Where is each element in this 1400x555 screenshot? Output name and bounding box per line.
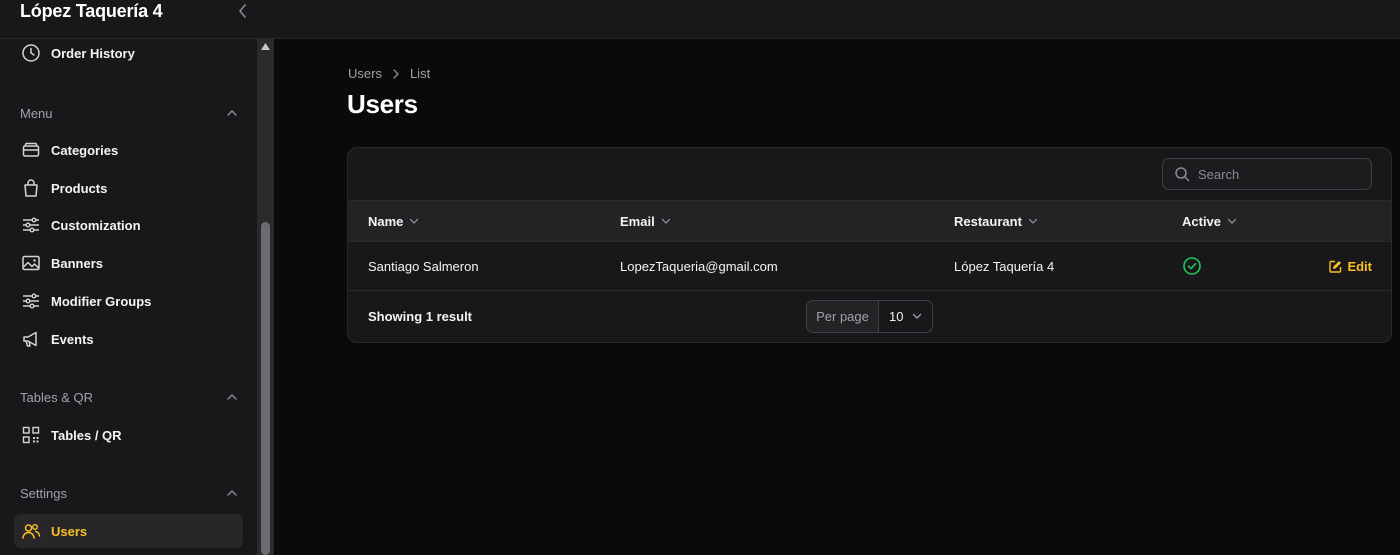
qr-code-icon (21, 425, 41, 445)
search-box[interactable] (1162, 158, 1372, 190)
sidebar-group-menu[interactable]: Menu (20, 103, 238, 123)
column-header-label: Restaurant (954, 213, 1022, 229)
brand-title: López Taquería 4 (20, 1, 163, 21)
cell-active (1182, 242, 1202, 290)
sidebar-group-label: Tables & QR (20, 389, 93, 405)
sidebar-group-label: Menu (20, 105, 53, 121)
sidebar-item-users[interactable]: Users (14, 514, 243, 548)
top-bar: López Taquería 4 (0, 0, 1400, 39)
sidebar-item-banners[interactable]: Banners (14, 246, 243, 280)
result-count: Showing 1 result (368, 308, 473, 324)
users-table-card: Name Email Restaurant Active Santiago Sa… (347, 147, 1392, 343)
page-title: Users (347, 89, 418, 119)
sidebar-item-label: Modifier Groups (51, 293, 152, 309)
sidebar-item-label: Customization (51, 217, 141, 233)
breadcrumb: Users List (348, 66, 430, 81)
sidebar: Order History Menu Categories Products C… (0, 39, 257, 555)
edit-icon (1329, 260, 1342, 273)
edit-button[interactable]: Edit (1329, 242, 1372, 290)
collapse-sidebar-button[interactable] (234, 2, 252, 20)
sidebar-item-events[interactable]: Events (14, 322, 243, 356)
sidebar-item-label: Events (51, 331, 94, 347)
image-icon (21, 253, 41, 273)
per-page-label: Per page (807, 301, 879, 332)
sidebar-item-label: Users (51, 523, 88, 539)
per-page-control: Per page 10 (806, 300, 933, 333)
sidebar-item-label: Banners (51, 255, 104, 271)
sidebar-item-tables-qr[interactable]: Tables / QR (14, 418, 243, 452)
search-input[interactable] (1198, 166, 1348, 182)
chevron-down-icon (912, 313, 922, 319)
edit-label: Edit (1347, 258, 1372, 274)
chevron-up-icon (227, 110, 237, 116)
cell-name: Santiago Salmeron (368, 258, 479, 274)
main-content: Users List Users Name Email Restaurant (274, 39, 1400, 555)
column-header-label: Active (1182, 213, 1222, 229)
per-page-value: 10 (889, 309, 904, 324)
column-header-name[interactable]: Name (368, 201, 419, 241)
sliders-icon (21, 215, 41, 235)
scroll-up-arrow-icon[interactable] (260, 41, 271, 52)
chevron-up-icon (227, 394, 237, 400)
sidebar-group-label: Settings (20, 485, 67, 501)
sidebar-item-label: Order History (51, 45, 135, 61)
chevron-down-icon (661, 218, 671, 225)
chevron-down-icon (409, 218, 419, 225)
per-page-select[interactable]: 10 (879, 301, 932, 332)
sidebar-item-order-history[interactable]: Order History (14, 39, 243, 70)
sidebar-item-label: Categories (51, 142, 119, 158)
table-footer: Showing 1 result Per page 10 (348, 291, 1391, 342)
sidebar-item-label: Products (51, 180, 108, 196)
sidebar-item-modifier-groups[interactable]: Modifier Groups (14, 284, 243, 318)
sliders-icon (21, 291, 41, 311)
sidebar-group-settings[interactable]: Settings (20, 483, 238, 503)
sidebar-group-tables-qr[interactable]: Tables & QR (20, 387, 238, 407)
chevron-down-icon (1028, 218, 1038, 225)
search-icon (1174, 166, 1190, 182)
chevron-left-icon (239, 4, 246, 18)
cell-email: LopezTaqueria@gmail.com (620, 258, 778, 274)
clock-icon (21, 43, 41, 63)
column-header-email[interactable]: Email (620, 201, 671, 241)
breadcrumb-users-link[interactable]: Users (348, 66, 382, 81)
box-icon (21, 140, 41, 160)
sidebar-item-categories[interactable]: Categories (14, 133, 243, 167)
sidebar-scrollbar[interactable] (257, 39, 274, 555)
column-header-label: Email (620, 213, 655, 229)
column-header-restaurant[interactable]: Restaurant (954, 201, 1038, 241)
chevron-right-icon (392, 68, 400, 79)
scrollbar-thumb[interactable] (261, 222, 270, 555)
column-header-active[interactable]: Active (1182, 201, 1237, 241)
sidebar-item-customization[interactable]: Customization (14, 208, 243, 242)
column-header-label: Name (368, 213, 404, 229)
megaphone-icon (21, 329, 41, 349)
users-icon (21, 521, 41, 541)
sidebar-item-label: Tables / QR (51, 427, 122, 443)
table-row: Santiago Salmeron LopezTaqueria@gmail.co… (348, 242, 1391, 291)
shopping-bag-icon (21, 178, 41, 198)
breadcrumb-current: List (409, 66, 431, 81)
cell-restaurant: López Taquería 4 (954, 258, 1055, 274)
check-circle-icon (1183, 257, 1201, 275)
chevron-up-icon (227, 490, 237, 496)
sidebar-item-products[interactable]: Products (14, 171, 243, 205)
table-header: Name Email Restaurant Active (348, 200, 1391, 242)
chevron-down-icon (1227, 218, 1237, 225)
